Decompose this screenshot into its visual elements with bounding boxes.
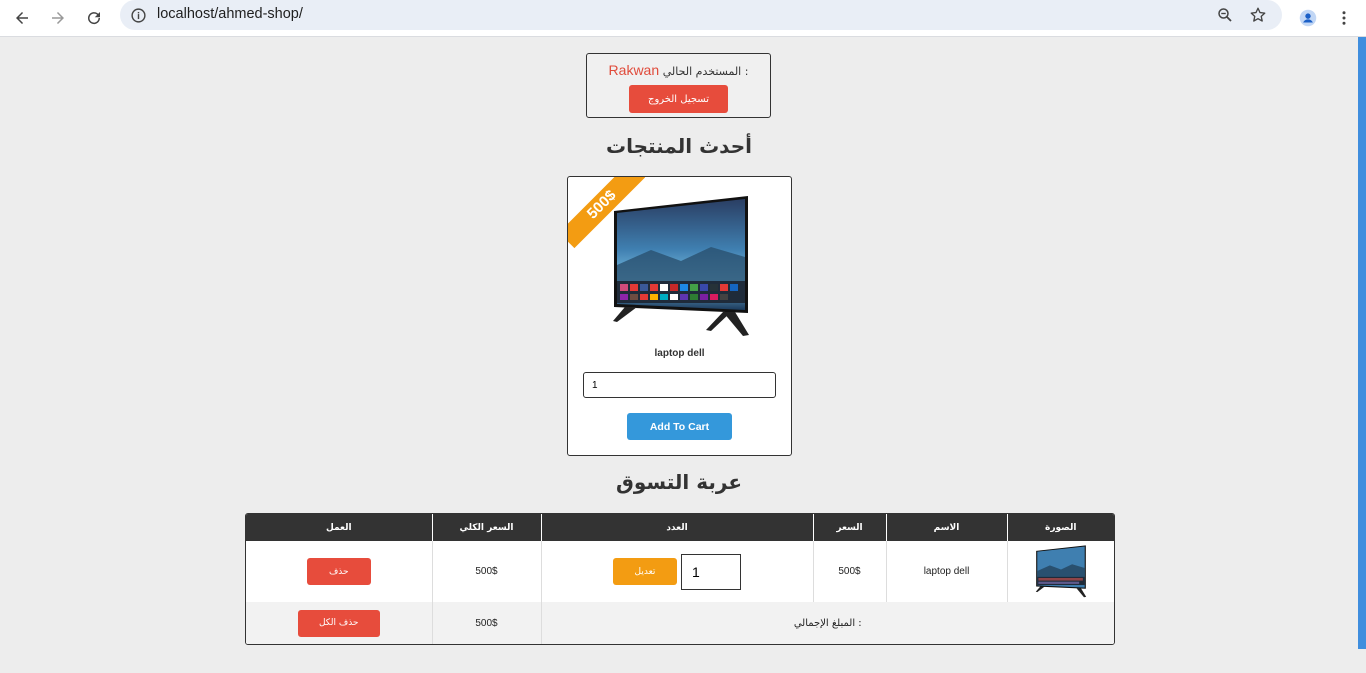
table-row: laptop dell 500$ تعديل 500$ حذف [246, 541, 1114, 602]
header-quantity: العدد [540, 514, 813, 541]
browser-toolbar: localhost/ahmed-shop/ [0, 0, 1366, 37]
product-image [611, 195, 751, 338]
delete-all-button[interactable]: حذف الكل [297, 609, 380, 637]
header-image: الصورة [1006, 514, 1114, 541]
grand-total-label: : المبلغ الإجمالي [540, 602, 1114, 644]
cart-item-total: 500$ [431, 541, 541, 602]
cart-item-quantity-cell: تعديل [540, 541, 813, 602]
forward-arrow-icon[interactable] [43, 3, 73, 33]
cart-quantity-input[interactable] [681, 553, 741, 590]
current-user-box: : المستخدم الحالي Rakwan تسجيل الخروج [586, 53, 771, 118]
quantity-input[interactable] [583, 372, 776, 398]
latest-products-title: أحدث المنتجات [605, 134, 752, 158]
current-user-label: : المستخدم الحالي [662, 65, 749, 78]
address-bar[interactable]: localhost/ahmed-shop/ [120, 0, 1282, 30]
header-total-price: السعر الكلي [431, 514, 541, 541]
header-price: السعر [812, 514, 886, 541]
cart-item-image-cell [1006, 541, 1114, 602]
bookmark-star-icon[interactable] [1247, 4, 1269, 26]
profile-icon[interactable] [1293, 3, 1323, 33]
edit-quantity-button[interactable]: تعديل [613, 558, 677, 585]
product-card: 500$ laptop dell 1 Add To Cart [567, 176, 792, 456]
delete-all-cell: حذف الكل [246, 602, 432, 644]
delete-item-button[interactable]: حذف [306, 558, 371, 585]
grand-total-value: 500$ [431, 602, 541, 644]
cart-total-row: : المبلغ الإجمالي 500$ حذف الكل [246, 602, 1114, 644]
current-user-line: : المستخدم الحالي Rakwan [587, 62, 770, 78]
add-to-cart-button[interactable]: Add To Cart [627, 413, 732, 440]
cart-item-price: 500$ [812, 541, 886, 602]
reload-icon[interactable] [79, 3, 109, 33]
kebab-menu-icon[interactable] [1329, 3, 1359, 33]
cart-header-row: الصورة الاسم السعر العدد السعر الكلي الع… [246, 514, 1114, 541]
username: Rakwan [608, 62, 660, 78]
scrollbar[interactable] [1358, 37, 1366, 649]
zoom-icon[interactable] [1214, 4, 1236, 26]
cart-item-image [1035, 545, 1086, 598]
product-name: laptop dell [654, 348, 705, 359]
url-text[interactable]: localhost/ahmed-shop/ [157, 6, 303, 22]
site-info-icon[interactable] [128, 5, 148, 25]
header-name: الاسم [885, 514, 1007, 541]
header-action: العمل [246, 514, 432, 541]
logout-button[interactable]: تسجيل الخروج [629, 85, 728, 113]
back-arrow-icon[interactable] [7, 3, 37, 33]
cart-table: الصورة الاسم السعر العدد السعر الكلي الع… [245, 513, 1115, 645]
cart-item-action-cell: حذف [246, 541, 432, 602]
shopping-cart-title: عربة التسوق [615, 470, 742, 494]
cart-item-name: laptop dell [885, 541, 1007, 602]
